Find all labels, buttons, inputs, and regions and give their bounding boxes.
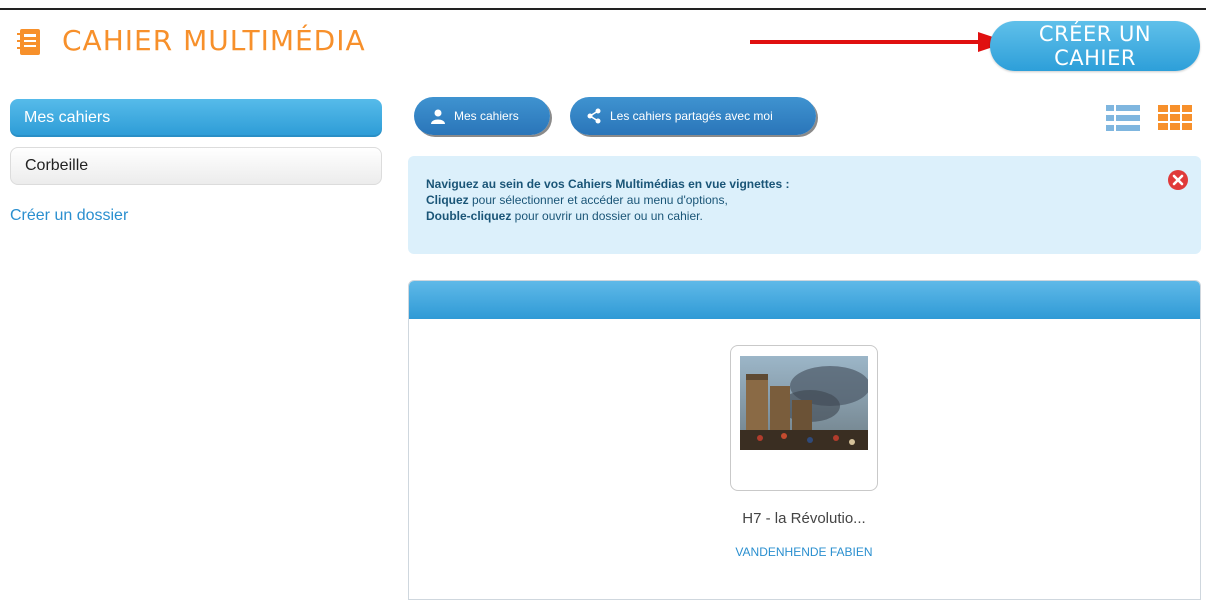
info-banner: Naviguez au sein de vos Cahiers Multiméd…	[408, 156, 1201, 254]
close-icon[interactable]	[1167, 169, 1189, 191]
info-line-1: Naviguez au sein de vos Cahiers Multiméd…	[426, 177, 790, 191]
info-line-2: Cliquez pour sélectionner et accéder au …	[426, 192, 1201, 208]
grid-view-icon[interactable]	[1158, 103, 1192, 133]
info-line-2-bold: Cliquez	[426, 193, 469, 207]
list-view-icon[interactable]	[1106, 103, 1140, 133]
panel-header	[409, 281, 1200, 319]
top-border	[0, 8, 1206, 10]
notebook-title[interactable]: H7 - la Révolutio...	[640, 510, 968, 527]
tab-mes-cahiers[interactable]: Mes cahiers	[414, 97, 550, 135]
red-arrow-annotation	[750, 32, 1008, 52]
page-title: CAHIER MULTIMÉDIA	[62, 24, 366, 57]
share-icon	[587, 108, 601, 124]
notebook-thumbnail	[740, 356, 868, 450]
user-icon	[431, 109, 445, 124]
tab-shared-with-me[interactable]: Les cahiers partagés avec moi	[570, 97, 816, 135]
info-line-3-rest: pour ouvrir un dossier ou un cahier.	[511, 209, 703, 223]
create-folder-link[interactable]: Créer un dossier	[10, 207, 128, 225]
notebook-author: VANDENHENDE FABIEN	[735, 545, 873, 559]
sidebar-item-corbeille[interactable]: Corbeille	[10, 147, 382, 185]
info-line-3-bold: Double-cliquez	[426, 209, 512, 223]
notebook-icon	[17, 29, 40, 55]
info-line-2-rest: pour sélectionner et accéder au menu d'o…	[468, 193, 728, 207]
info-line-3: Double-cliquez pour ouvrir un dossier ou…	[426, 208, 1201, 224]
tab-label: Les cahiers partagés avec moi	[610, 109, 773, 123]
create-notebook-button[interactable]: CRÉER UN CAHIER	[990, 21, 1200, 71]
tab-label: Mes cahiers	[454, 109, 519, 123]
sidebar-item-mes-cahiers[interactable]: Mes cahiers	[10, 99, 382, 137]
